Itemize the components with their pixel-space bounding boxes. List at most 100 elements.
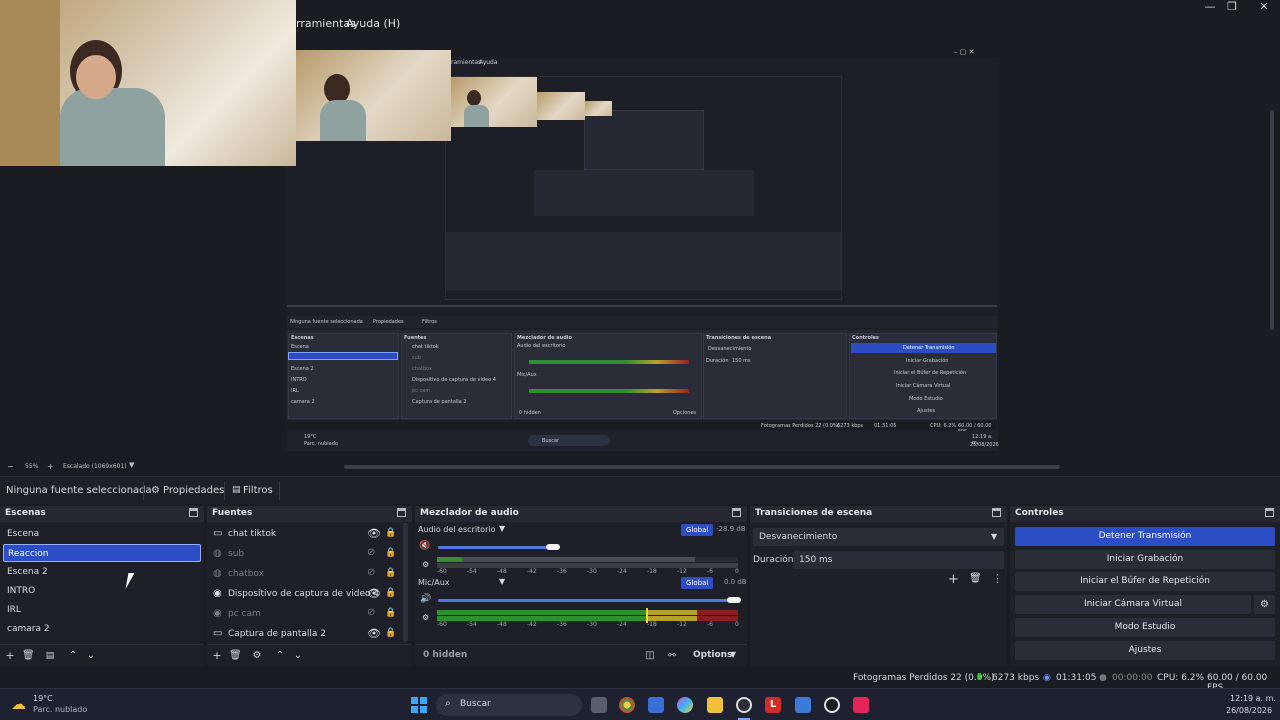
- layout-icon[interactable]: ◫: [644, 650, 656, 662]
- settings-icon[interactable]: ⚙: [422, 613, 429, 622]
- scene-item[interactable]: IRL: [3, 601, 201, 619]
- mute-icon[interactable]: 🔇: [419, 541, 430, 551]
- stop-streaming-button[interactable]: Detener Transmisión: [1015, 527, 1275, 546]
- add-icon[interactable]: +: [948, 572, 959, 587]
- scene-item[interactable]: Escena 2: [3, 563, 201, 581]
- trash-icon[interactable]: 🗑: [22, 650, 35, 662]
- replay-buffer-button[interactable]: Iniciar el Búfer de Repetición: [1015, 572, 1275, 591]
- taskbar-search[interactable]: ⌕ Buscar: [436, 694, 582, 716]
- options-button[interactable]: Options: [693, 650, 732, 660]
- transition-select[interactable]: Desvanecimiento ▼: [753, 528, 1004, 546]
- trash-icon[interactable]: 🗑: [969, 573, 982, 584]
- mini-status: Fotogramas Perdidos 22 (0.0%) 6273 kbps …: [287, 421, 997, 435]
- add-icon[interactable]: +: [211, 650, 223, 662]
- record-icon: ●: [1099, 673, 1107, 683]
- undock-icon[interactable]: [732, 508, 741, 517]
- source-item[interactable]: ▭ Captura de pantalla 2 👁 🔒: [210, 625, 396, 643]
- tiktok-icon[interactable]: [853, 697, 869, 713]
- settings-icon[interactable]: ⚙: [422, 560, 429, 569]
- source-item[interactable]: ◉ Dispositivo de captura de video 4 👁 🔒: [210, 585, 396, 603]
- source-item[interactable]: ◍ chatbox ⊘ 🔒: [210, 565, 396, 583]
- lock-icon[interactable]: 🔒: [385, 608, 396, 618]
- eye-hidden-icon[interactable]: ⊘: [367, 547, 375, 558]
- zoom-in-button[interactable]: +: [47, 462, 54, 471]
- settings-button[interactable]: Ajustes: [1015, 641, 1275, 660]
- filter-icon[interactable]: ▤: [44, 650, 56, 662]
- fader-knob[interactable]: [546, 544, 560, 550]
- source-item[interactable]: ▭ chat tiktok 👁 🔒: [210, 525, 396, 543]
- nested-window-controls: – ▢ ✕: [954, 48, 975, 56]
- preview-hscroll[interactable]: [344, 465, 1060, 469]
- task-view-icon[interactable]: [591, 697, 607, 713]
- arrow-down-icon[interactable]: ⌄: [85, 650, 97, 662]
- link-icon[interactable]: ⚯: [666, 650, 678, 662]
- lock-icon[interactable]: 🔒: [385, 588, 396, 598]
- volume-fader[interactable]: [438, 599, 736, 602]
- zoom-out-button[interactable]: −: [7, 462, 14, 471]
- undock-icon[interactable]: [189, 508, 198, 517]
- chevron-down-icon[interactable]: ▼: [499, 577, 505, 586]
- lock-icon[interactable]: 🔒: [385, 628, 396, 638]
- add-icon[interactable]: +: [4, 650, 16, 662]
- maximize-button[interactable]: ❐: [1216, 0, 1248, 14]
- sources-scrollbar[interactable]: [403, 523, 408, 641]
- duration-input[interactable]: 150 ms: [793, 551, 1004, 569]
- app-q-icon[interactable]: [824, 697, 840, 713]
- eye-hidden-icon[interactable]: ⊘: [367, 607, 375, 618]
- menu-help[interactable]: Ayuda (H): [346, 17, 400, 30]
- start-recording-button[interactable]: Iniciar Grabación: [1015, 550, 1275, 569]
- scene-item[interactable]: camara 2: [3, 620, 201, 638]
- mini-source-bar: Ninguna fuente seleccionada Propiedades …: [287, 316, 997, 328]
- undock-icon[interactable]: [992, 508, 1001, 517]
- studio-mode-button[interactable]: Modo Estudio: [1015, 618, 1275, 637]
- source-item[interactable]: ◉ pc cam ⊘ 🔒: [210, 605, 396, 623]
- source-item[interactable]: ◍ sub ⊘ 🔒: [210, 545, 396, 563]
- folder-icon[interactable]: [707, 697, 723, 713]
- lock-icon[interactable]: 🔒: [385, 568, 396, 578]
- arrow-up-icon[interactable]: ⌃: [67, 650, 79, 662]
- chrome-icon[interactable]: [619, 697, 635, 713]
- more-vertical-icon[interactable]: ⋮: [992, 572, 1003, 585]
- gear-icon[interactable]: ⚙: [1254, 595, 1275, 614]
- virtual-camera-button[interactable]: Iniciar Cámara Virtual: [1015, 595, 1251, 614]
- eye-icon[interactable]: 👁: [367, 527, 381, 540]
- windows-start-icon[interactable]: [411, 697, 427, 713]
- arrow-up-icon[interactable]: ⌃: [274, 650, 286, 662]
- undock-icon[interactable]: [1265, 508, 1274, 517]
- scene-item[interactable]: Escena: [3, 525, 201, 543]
- scene-item[interactable]: INTRO: [3, 582, 201, 600]
- chevron-down-icon[interactable]: ▼: [730, 650, 736, 659]
- trash-icon[interactable]: 🗑: [229, 650, 242, 662]
- photos-icon[interactable]: [795, 697, 811, 713]
- obs-icon[interactable]: [736, 697, 752, 713]
- lock-icon[interactable]: 🔒: [385, 548, 396, 558]
- scene-item-selected[interactable]: Reaccion: [3, 544, 201, 562]
- chevron-down-icon[interactable]: ▼: [499, 524, 505, 533]
- gear-icon[interactable]: ⚙: [251, 650, 263, 662]
- app-l-icon[interactable]: L: [765, 697, 781, 713]
- mini-control: Detener Transmisión: [903, 345, 955, 351]
- preview-vscroll[interactable]: [1270, 110, 1274, 330]
- chevron-down-icon[interactable]: ▼: [991, 532, 997, 541]
- undock-icon[interactable]: [397, 508, 406, 517]
- copilot-icon[interactable]: [677, 697, 693, 713]
- properties-button[interactable]: Propiedades: [163, 485, 224, 496]
- lock-icon[interactable]: 🔒: [385, 528, 396, 538]
- speaker-icon[interactable]: 🔊: [420, 594, 431, 604]
- store-icon[interactable]: [648, 697, 664, 713]
- channel-badge: Global: [681, 524, 714, 536]
- scenes-title: Escenas: [0, 506, 204, 522]
- eye-icon[interactable]: 👁: [367, 627, 381, 640]
- hidden-count[interactable]: 0 hidden: [423, 650, 467, 660]
- eye-hidden-icon[interactable]: ⊘: [367, 567, 375, 578]
- chevron-down-icon[interactable]: ▼: [129, 461, 134, 469]
- mini-status-cpu: CPU: 6.2%: [930, 423, 957, 429]
- fader-knob[interactable]: [727, 597, 741, 603]
- eye-icon[interactable]: 👁: [367, 587, 381, 600]
- close-button[interactable]: ✕: [1248, 0, 1280, 14]
- arrow-down-icon[interactable]: ⌄: [292, 650, 304, 662]
- mini-scene: camara 2: [291, 399, 315, 405]
- scale-mode[interactable]: Escalado (1069x601): [63, 463, 127, 470]
- filters-button[interactable]: Filtros: [243, 485, 273, 496]
- volume-fader[interactable]: [438, 546, 556, 549]
